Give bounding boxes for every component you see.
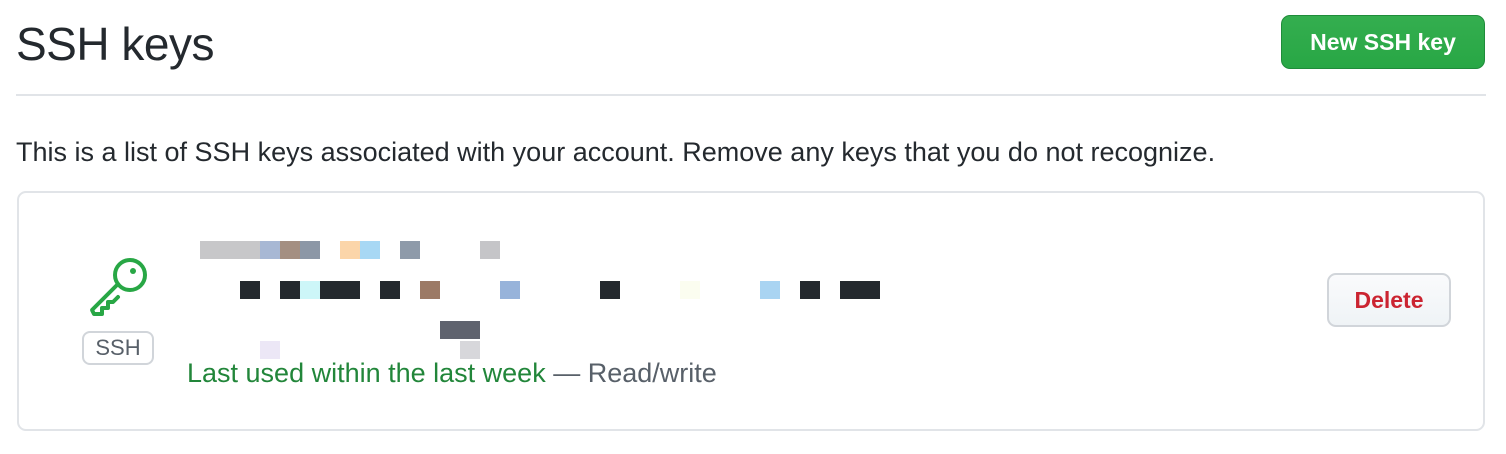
last-used-text: Last used within the last week <box>187 358 546 388</box>
page-title: SSH keys <box>16 18 214 70</box>
meta-separator: — <box>545 358 588 388</box>
ssh-key-list-item <box>17 191 1485 431</box>
new-ssh-key-button[interactable]: New SSH key <box>1281 15 1485 69</box>
key-usage-info: Last used within the last week — Read/wr… <box>187 355 717 391</box>
delete-key-button[interactable]: Delete <box>1327 273 1451 327</box>
ssh-type-badge: SSH <box>82 331 154 365</box>
intro-text: This is a list of SSH keys associated wi… <box>16 137 1216 167</box>
access-level-text: Read/write <box>587 358 717 388</box>
header-divider <box>16 94 1486 96</box>
key-icon <box>90 258 147 316</box>
